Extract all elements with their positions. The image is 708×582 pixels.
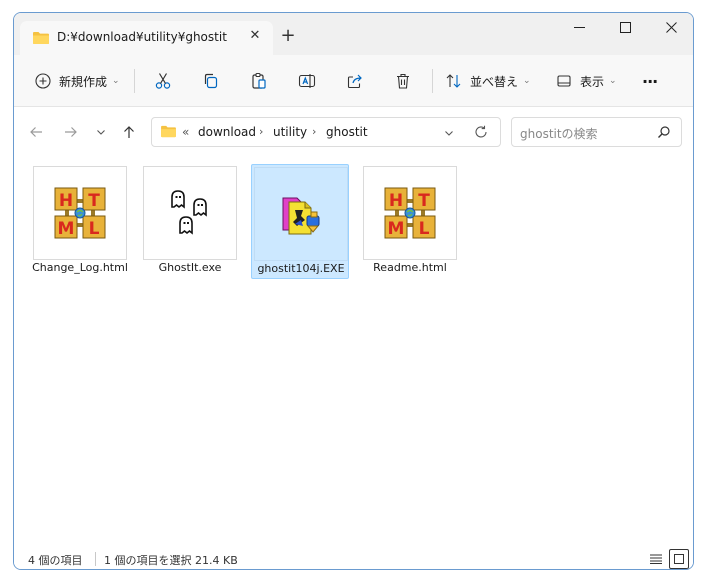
svg-text:L: L <box>89 219 100 239</box>
maximize-button[interactable] <box>602 13 648 41</box>
status-bar: 4 個の項目 1 個の項目を選択 21.4 KB <box>14 547 693 569</box>
details-view-button[interactable] <box>646 549 666 569</box>
toolbar-divider <box>134 69 135 93</box>
installer-file-icon <box>254 167 348 261</box>
rename-button[interactable] <box>298 67 316 95</box>
copy-icon <box>202 72 220 90</box>
html-file-icon: H T M L <box>363 166 457 260</box>
svg-text:M: M <box>58 219 75 239</box>
folder-icon <box>32 31 50 48</box>
arrow-right-icon <box>65 127 77 137</box>
svg-text:H: H <box>59 191 73 211</box>
new-button-label: 新規作成 <box>59 74 108 89</box>
file-name: Readme.html <box>373 261 447 274</box>
recent-locations-button[interactable] <box>90 121 112 143</box>
breadcrumb-ghostit[interactable]: ghostit <box>326 125 368 139</box>
file-name: Change_Log.html <box>32 261 128 274</box>
search-icon[interactable] <box>657 125 671 142</box>
chevron-down-icon: ⌄ <box>609 76 617 86</box>
arrow-left-icon <box>30 127 42 137</box>
chevron-down-icon: ⌄ <box>523 76 531 86</box>
search-placeholder[interactable]: ghostitの検索 <box>520 125 598 142</box>
explorer-window: D:¥download¥utility¥ghostit ✕ + 新規作成 ⌄ 並… <box>13 12 694 570</box>
command-bar: 新規作成 ⌄ 並べ替え ⌄ 表示 ⌄ ··· <box>14 55 693 107</box>
breadcrumb-download[interactable]: download <box>198 125 256 139</box>
arrow-up-icon <box>124 126 134 138</box>
view-button-label: 表示 <box>580 74 605 89</box>
tiles-view-icon <box>674 554 684 564</box>
refresh-icon[interactable] <box>474 125 488 142</box>
overflow-crumb[interactable]: « <box>182 125 189 139</box>
forward-button[interactable] <box>60 121 82 143</box>
sort-button-label: 並べ替え <box>470 74 519 89</box>
more-options-button[interactable]: ··· <box>642 67 658 95</box>
sort-arrows-icon <box>445 72 463 90</box>
item-count: 4 個の項目 <box>28 554 83 567</box>
close-window-button[interactable] <box>648 13 693 41</box>
view-layout-icon <box>555 72 573 90</box>
file-item-change-log[interactable]: H T M L Change_Log.html <box>31 164 129 279</box>
share-button[interactable] <box>346 67 364 95</box>
plus-circle-icon <box>34 72 52 90</box>
list-view-icon <box>650 554 662 564</box>
search-box[interactable]: ghostitの検索 <box>511 117 682 147</box>
title-bar: D:¥download¥utility¥ghostit ✕ + <box>14 13 693 55</box>
cut-button[interactable] <box>154 67 172 95</box>
new-button[interactable]: 新規作成 ⌄ <box>34 67 120 95</box>
selection-info: 1 個の項目を選択 21.4 KB <box>104 554 238 567</box>
tab-close-icon[interactable]: ✕ <box>247 28 263 44</box>
folder-icon <box>160 125 177 141</box>
file-item-ghostit104j-exe[interactable]: ghostit104j.EXE <box>251 164 349 279</box>
file-item-ghostit-exe[interactable]: GhostIt.exe <box>141 164 239 279</box>
up-button[interactable] <box>118 121 140 143</box>
breadcrumb-utility[interactable]: utility <box>273 125 307 139</box>
view-button[interactable]: 表示 ⌄ <box>555 67 617 95</box>
tab-title: D:¥download¥utility¥ghostit <box>57 30 227 44</box>
scissors-icon <box>154 72 172 90</box>
svg-text:M: M <box>388 219 405 239</box>
breadcrumb-separator[interactable]: › <box>259 125 263 138</box>
ghost-file-icon <box>143 166 237 260</box>
file-list-area[interactable]: H T M L Change_Log.html GhostIt.exe ghos… <box>14 157 693 547</box>
copy-button[interactable] <box>202 67 220 95</box>
svg-text:T: T <box>88 191 100 211</box>
address-bar[interactable]: « download › utility › ghostit <box>151 117 501 147</box>
back-button[interactable] <box>25 121 47 143</box>
svg-text:L: L <box>419 219 430 239</box>
chevron-down-icon <box>97 130 105 135</box>
delete-button[interactable] <box>394 67 412 95</box>
toolbar-divider <box>432 69 433 93</box>
breadcrumb-separator[interactable]: › <box>312 125 316 138</box>
minimize-button[interactable] <box>556 13 602 41</box>
trash-icon <box>394 72 412 90</box>
chevron-down-icon: ⌄ <box>112 76 120 86</box>
paste-button[interactable] <box>250 67 268 95</box>
rename-icon <box>298 72 316 90</box>
html-file-icon: H T M L <box>33 166 127 260</box>
file-item-readme[interactable]: H T M L Readme.html <box>361 164 459 279</box>
svg-text:H: H <box>389 191 403 211</box>
address-row: « download › utility › ghostit ghostitの検… <box>14 107 693 157</box>
clipboard-icon <box>250 72 268 90</box>
sort-button[interactable]: 並べ替え ⌄ <box>445 67 531 95</box>
status-divider <box>95 552 96 566</box>
share-icon <box>346 72 364 90</box>
svg-text:T: T <box>418 191 430 211</box>
file-name: GhostIt.exe <box>158 261 222 274</box>
large-icons-view-button[interactable] <box>669 549 689 569</box>
address-dropdown-chevron-icon[interactable] <box>444 127 454 141</box>
tab-current-folder[interactable]: D:¥download¥utility¥ghostit ✕ <box>20 21 273 55</box>
file-name: ghostit104j.EXE <box>257 262 345 275</box>
new-tab-button[interactable]: + <box>278 26 298 46</box>
